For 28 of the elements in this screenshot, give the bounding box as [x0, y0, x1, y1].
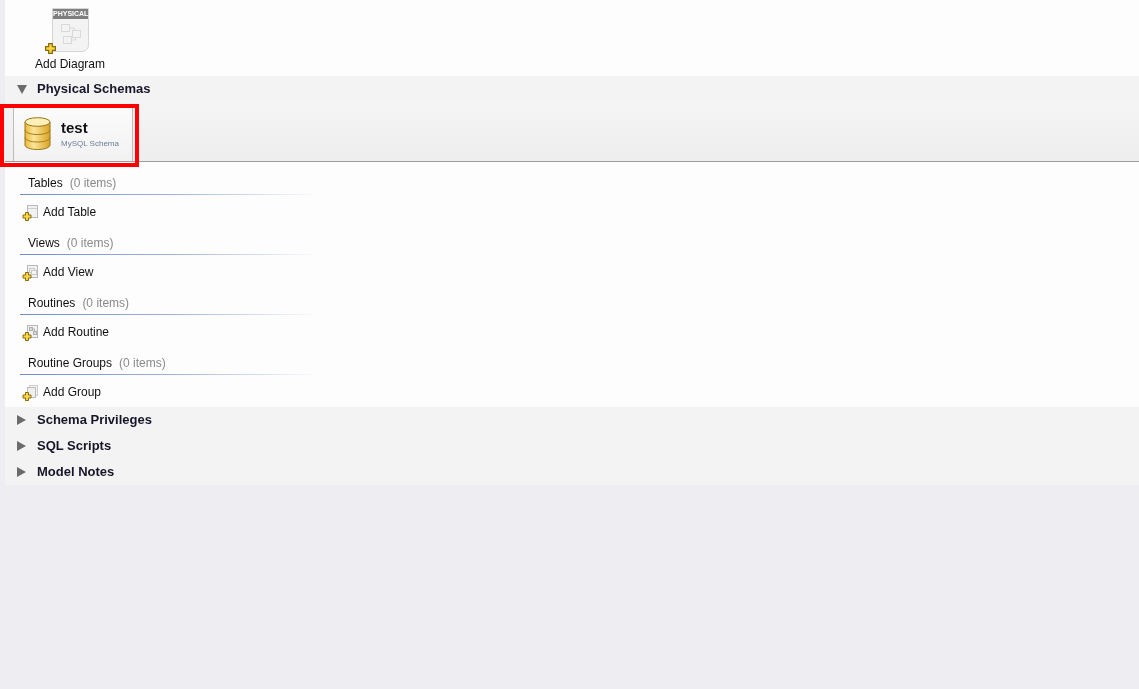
group-add-button[interactable]: Add Group — [20, 385, 104, 402]
triangle-right-icon — [17, 441, 26, 451]
section-header[interactable]: Schema Privileges — [5, 407, 1139, 433]
table-add-icon — [22, 205, 38, 221]
item-count: (0 items) — [69, 176, 117, 190]
view-add-button[interactable]: Add View — [20, 265, 96, 282]
triangle-right-icon — [17, 467, 26, 477]
section-header[interactable]: Physical Schemas — [5, 76, 1139, 102]
item-count: (0 items) — [82, 296, 130, 310]
group-title: Routines — [28, 296, 76, 310]
database-icon — [24, 117, 51, 150]
routine-add-icon — [22, 325, 38, 341]
section-header[interactable]: SQL Scripts — [5, 433, 1139, 459]
item-count: (0 items) — [66, 236, 114, 250]
diagram-boxes-icon — [58, 22, 83, 46]
group-add-icon — [22, 385, 38, 401]
section-header[interactable]: Model Notes — [5, 459, 1139, 485]
group-title: Views — [28, 236, 60, 250]
group-title: Tables — [28, 176, 63, 190]
view-add-icon — [22, 265, 38, 281]
triangle-down-icon — [17, 84, 27, 94]
routine-add-button[interactable]: Add Routine — [20, 325, 112, 342]
schema-tab[interactable]: test MySQL Schema — [13, 105, 133, 161]
item-count: (0 items) — [119, 356, 166, 370]
plus-icon — [45, 43, 56, 54]
group-title: Routine Groups — [28, 356, 113, 370]
triangle-right-icon — [17, 415, 26, 425]
table-add-button[interactable]: Add Table — [20, 205, 99, 222]
